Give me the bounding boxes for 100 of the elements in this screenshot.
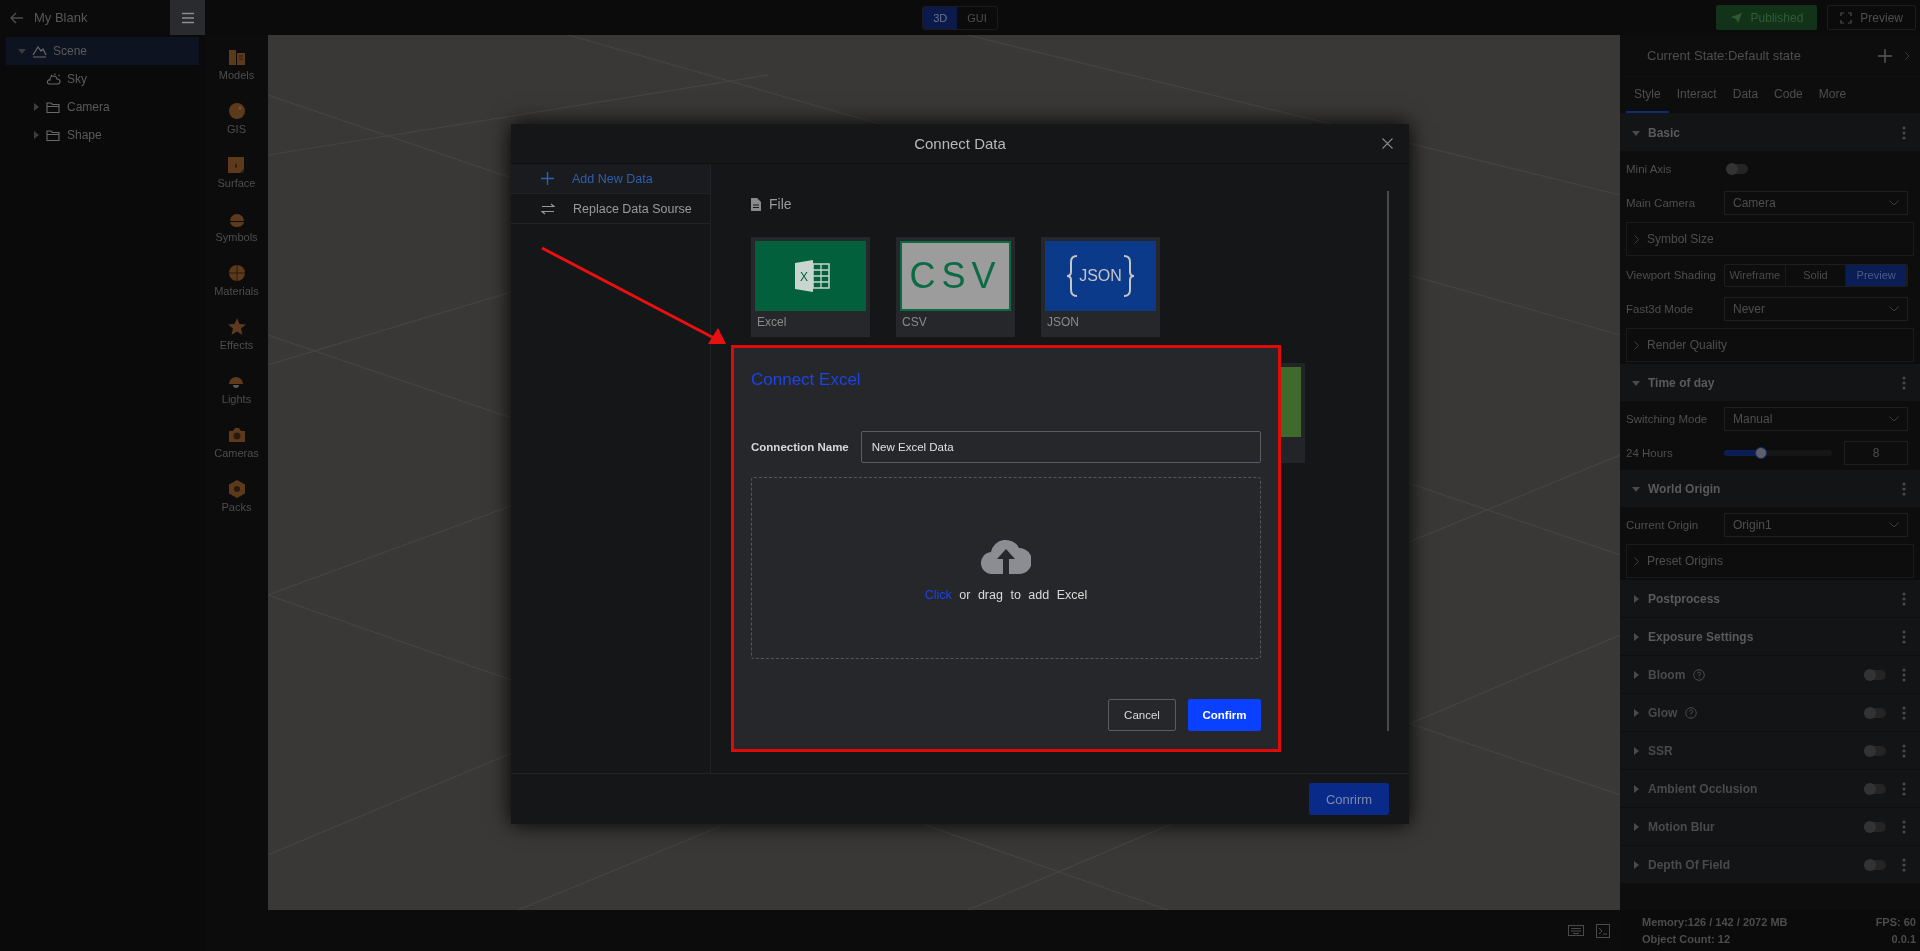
caret-icon xyxy=(1632,670,1640,679)
toolbar-item[interactable]: GIS xyxy=(226,101,247,135)
tree-item[interactable]: Camera xyxy=(6,93,199,121)
slider-track[interactable] xyxy=(1724,450,1832,456)
toolbar-item[interactable]: Packs xyxy=(221,479,252,513)
file-type-logo: CSV xyxy=(900,241,1011,311)
toolbar-item[interactable]: Surface xyxy=(217,155,256,189)
field-label: Switching Mode xyxy=(1626,413,1709,425)
folder-icon xyxy=(46,100,61,114)
collapsible-group[interactable]: Render Quality xyxy=(1626,328,1914,362)
toolbar-item[interactable]: Effects xyxy=(219,317,254,351)
tree-item-label: Shape xyxy=(67,128,102,142)
more-options-icon[interactable] xyxy=(1902,481,1906,496)
menu-button[interactable] xyxy=(170,0,205,35)
dropdown-select[interactable]: Camera xyxy=(1724,191,1908,215)
upload-instructions: Click or drag to add Excel xyxy=(924,588,1088,602)
close-icon[interactable] xyxy=(1382,138,1393,149)
section-header[interactable]: World Origin xyxy=(1620,470,1920,508)
modal-title: Connect Excel xyxy=(751,370,862,390)
collapsible-group[interactable]: Symbol Size xyxy=(1626,222,1914,256)
data-source-card[interactable]: X Excel xyxy=(751,237,870,337)
caret-icon xyxy=(1632,708,1640,717)
caret-icon xyxy=(1632,784,1640,793)
cameras-icon xyxy=(226,425,247,445)
dialog-nav-item[interactable]: Replace Data Sourse xyxy=(511,194,710,224)
caret-icon xyxy=(1632,860,1640,869)
data-source-card[interactable]: CSV CSV xyxy=(896,237,1015,337)
chevron-down-icon xyxy=(1889,306,1899,312)
field-label: Current Origin xyxy=(1626,519,1700,531)
view-mode-tab[interactable]: GUI xyxy=(957,6,997,29)
add-icon[interactable] xyxy=(1878,48,1892,63)
slider-thumb[interactable] xyxy=(1754,447,1767,459)
property-tab[interactable]: More xyxy=(1810,77,1855,113)
more-options-icon[interactable] xyxy=(1902,125,1906,140)
cancel-button[interactable]: Cancel xyxy=(1108,699,1176,731)
collapsible-group[interactable]: Preset Origins xyxy=(1626,544,1914,578)
caret-icon xyxy=(1632,822,1640,831)
dropdown-select[interactable]: Never xyxy=(1724,297,1908,321)
caret-icon xyxy=(1632,484,1640,493)
field-label: Connection Name xyxy=(751,441,849,453)
tree-item[interactable]: Scene xyxy=(6,37,199,65)
dropdown-select[interactable]: Manual xyxy=(1724,407,1908,431)
section-header[interactable]: Exposure Settings xyxy=(1620,618,1920,656)
upload-dropzone[interactable]: Click or drag to add Excel xyxy=(751,477,1261,659)
tree-item[interactable]: Shape xyxy=(6,121,199,149)
current-state-title: Current State:Default state xyxy=(1647,48,1802,63)
property-tab[interactable]: Interact xyxy=(1668,77,1725,113)
property-tab[interactable]: Data xyxy=(1724,77,1767,113)
more-options-icon[interactable] xyxy=(1902,591,1906,606)
chevron-right-icon xyxy=(1634,234,1639,244)
view-mode-tab[interactable]: 3D xyxy=(923,6,958,29)
dialog-nav-item[interactable]: Add New Data xyxy=(511,164,710,194)
connection-name-input[interactable]: New Excel Data xyxy=(860,431,1261,463)
segment-option[interactable]: Preview xyxy=(1846,264,1907,286)
caret-icon xyxy=(1632,632,1640,641)
toolbar-item[interactable]: Symbols xyxy=(215,209,258,243)
caret-icon[interactable] xyxy=(32,103,40,111)
toolbar-item[interactable]: Materials xyxy=(214,263,259,297)
tree-item-label: Sky xyxy=(67,72,87,86)
click-link[interactable]: Click xyxy=(924,588,952,602)
dropdown-select[interactable]: Origin1 xyxy=(1724,513,1908,537)
confirm-button[interactable]: Confirm xyxy=(1188,699,1261,731)
preview-button[interactable]: Preview xyxy=(1827,5,1916,30)
section-header[interactable]: Basic xyxy=(1620,114,1920,152)
segment-option[interactable]: Wireframe xyxy=(1725,264,1786,286)
chevron-down-icon xyxy=(1889,200,1899,206)
toolbar-item[interactable]: Lights xyxy=(221,371,252,405)
toolbar-item[interactable]: Cameras xyxy=(214,425,259,459)
paper-plane-icon xyxy=(1729,11,1743,24)
property-tab[interactable]: Code xyxy=(1766,77,1811,113)
chevron-down-icon xyxy=(1889,416,1899,422)
more-options-icon[interactable] xyxy=(1902,629,1906,644)
section-header[interactable]: Postprocess xyxy=(1620,580,1920,618)
file-icon xyxy=(751,197,761,211)
tree-item[interactable]: Sky xyxy=(6,65,199,93)
mountain-icon xyxy=(32,44,47,58)
section-header[interactable]: Time of day xyxy=(1620,364,1920,402)
caret-icon xyxy=(1632,594,1640,603)
version-number: 0.0.1 xyxy=(1891,933,1916,945)
section-title: File xyxy=(769,196,792,212)
number-input[interactable]: 8 xyxy=(1844,441,1908,465)
toolbar-item[interactable]: Models xyxy=(218,47,255,81)
fullscreen-icon xyxy=(1840,11,1853,24)
back-arrow-icon[interactable] xyxy=(10,11,24,24)
project-title: My Blank xyxy=(34,10,89,25)
memory-stats: Memory:126 / 142 / 2072 MB xyxy=(1642,916,1788,928)
caret-icon[interactable] xyxy=(18,47,26,55)
confirm-button[interactable]: Conrirm xyxy=(1309,783,1389,815)
terminal-icon[interactable] xyxy=(1596,923,1610,938)
toggle-switch[interactable] xyxy=(1726,164,1748,174)
section-title: Exposure Settings xyxy=(1648,629,1755,644)
more-options-icon[interactable] xyxy=(1902,375,1906,390)
keyboard-icon[interactable] xyxy=(1568,925,1584,936)
caret-icon[interactable] xyxy=(32,131,40,139)
folder-icon xyxy=(46,128,61,142)
data-source-card[interactable]: JSON JSON xyxy=(1041,237,1160,337)
chevron-right-icon[interactable] xyxy=(1904,50,1910,61)
object-count: Object Count: 12 xyxy=(1642,933,1730,945)
caret-icon xyxy=(1632,128,1640,137)
tree-item-label: Camera xyxy=(67,100,110,114)
